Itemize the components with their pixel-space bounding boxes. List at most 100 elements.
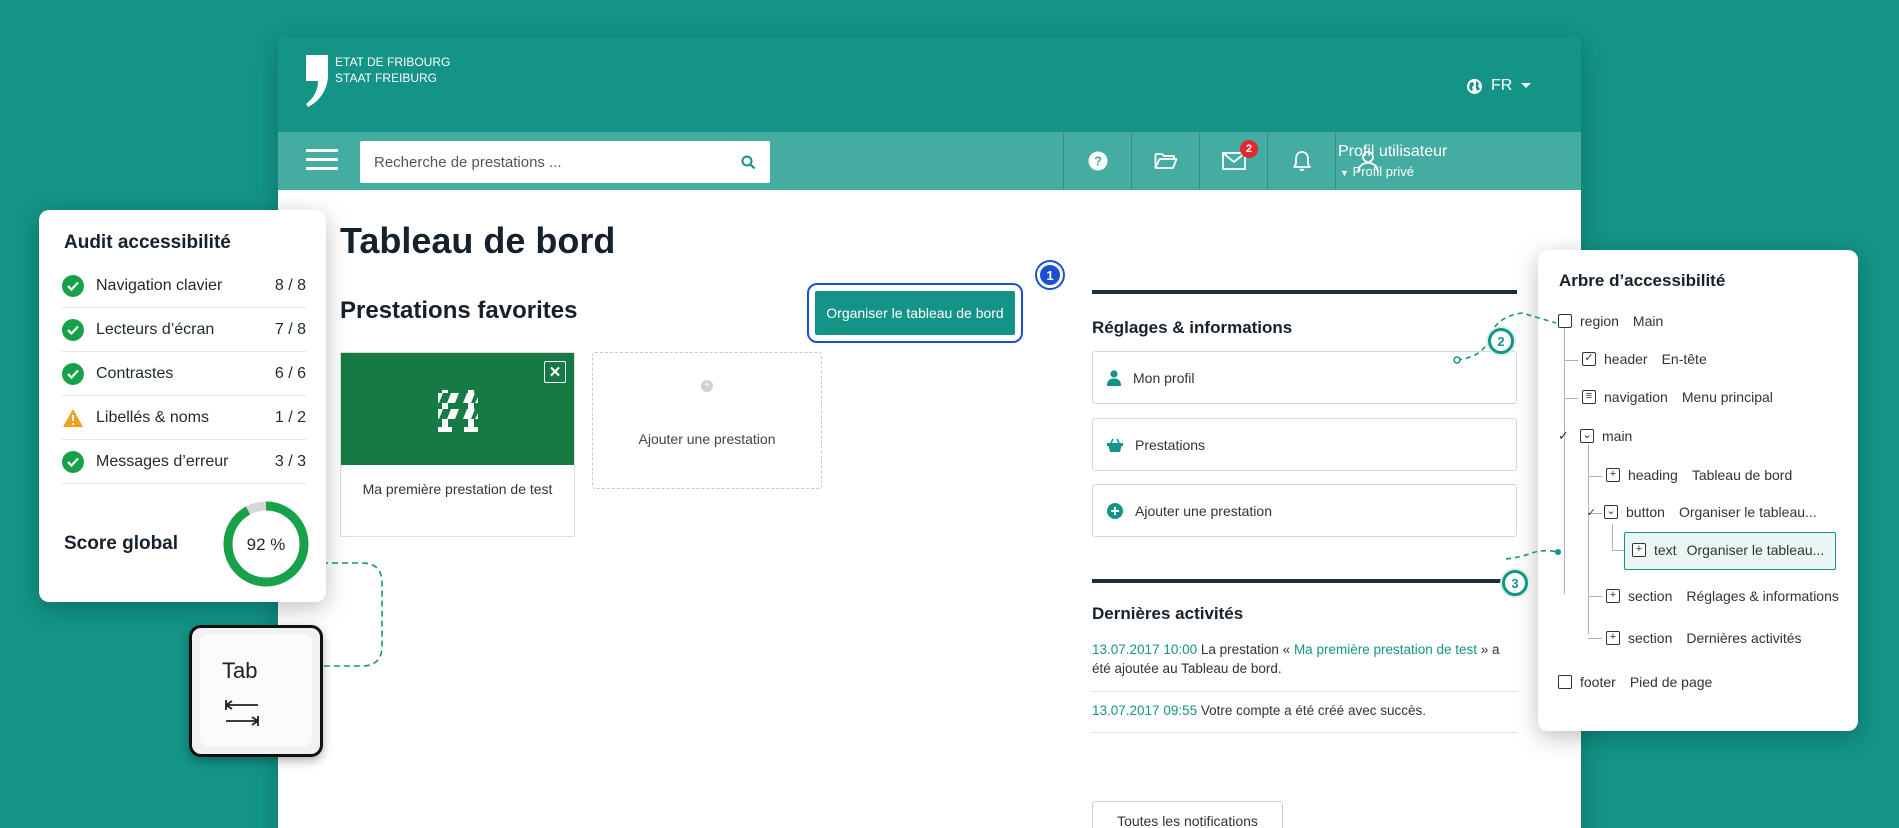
tree-node-selected[interactable]: + text Organiser le tableau... (1632, 542, 1824, 558)
folder-button[interactable] (1131, 132, 1199, 190)
node-role: footer (1580, 674, 1616, 690)
audit-row-score: 6 / 6 (274, 364, 306, 382)
node-toggle-icon[interactable]: + (1632, 543, 1646, 557)
app-window: ETAT DE FRIBOURG STAAT FREIBURG FR ? (278, 37, 1581, 828)
tree-node[interactable]: ✓ ⌄ button Organiser le tableau... (1582, 504, 1817, 520)
node-toggle-icon[interactable]: ⌄ (1604, 505, 1618, 519)
tree-node[interactable]: ✓ ⌄ main (1558, 428, 1632, 444)
tab-key-label: Tab (222, 658, 258, 683)
check-circle-icon (62, 362, 84, 385)
activity-text: La prestation « (1197, 642, 1294, 657)
search-box (360, 141, 770, 183)
node-toggle-icon[interactable] (1558, 675, 1572, 689)
activity-text: Votre compte a été créé avec succès. (1197, 703, 1426, 718)
favorites-heading: Prestations favorites (340, 297, 578, 324)
tree-node[interactable]: ≡ navigation Menu principal (1582, 389, 1773, 405)
node-name: Réglages & informations (1686, 588, 1839, 604)
language-selector[interactable]: FR (1466, 77, 1532, 95)
node-toggle-icon[interactable]: ⌄ (1580, 429, 1594, 443)
card-banner: ✕ (341, 353, 574, 465)
menu-icon[interactable] (306, 149, 338, 171)
tree-node[interactable]: region Main (1558, 313, 1663, 329)
add-card-label: Ajouter une prestation (638, 431, 776, 447)
node-name: Menu principal (1681, 389, 1773, 405)
messages-button[interactable]: 2 (1199, 132, 1267, 190)
tree-node[interactable]: + heading Tableau de bord (1606, 467, 1792, 483)
audit-row-score: 7 / 8 (274, 320, 306, 338)
activity-link[interactable]: Ma première prestation de test (1294, 642, 1477, 657)
svg-text:?: ? (1094, 154, 1102, 169)
logo-text: ETAT DE FRIBOURG STAAT FREIBURG (335, 54, 450, 86)
audit-row-score: 1 / 2 (274, 408, 306, 426)
connector-line (322, 562, 383, 667)
tree-guide (1564, 322, 1565, 594)
node-role: section (1628, 630, 1673, 646)
node-toggle-icon[interactable]: + (1606, 631, 1620, 645)
tree-node[interactable]: + section Dernières activités (1606, 630, 1802, 646)
audit-row-label: Messages d’erreur (96, 452, 229, 470)
bell-icon (1292, 150, 1312, 172)
profile-menu[interactable]: Profil utilisateur ▼ Profil privé (1338, 143, 1447, 179)
tree-node[interactable]: ✓ header En-tête (1582, 351, 1707, 367)
tree-guide (1564, 360, 1578, 361)
tree-node[interactable]: + section Réglages & informations (1606, 588, 1839, 604)
node-toggle-icon[interactable]: + (1606, 589, 1620, 603)
favorite-card[interactable]: ✕ Ma première prestation de test (340, 352, 575, 537)
divider (1092, 691, 1517, 692)
profile-type-label: Profil privé (1352, 164, 1414, 179)
audit-row-label: Contrastes (96, 364, 174, 382)
tree-guide (1612, 524, 1613, 550)
tree-guide (1588, 476, 1602, 477)
node-role: button (1626, 504, 1665, 520)
help-button[interactable]: ? (1063, 132, 1131, 190)
settings-item-label: Mon profil (1133, 369, 1195, 386)
logo-comma-icon (304, 55, 328, 107)
caret-down-icon: ▼ (1340, 168, 1349, 178)
tree-guide (1588, 596, 1602, 597)
add-favorite-card[interactable]: + Ajouter une prestation (592, 352, 822, 489)
search-icon[interactable] (741, 155, 756, 170)
settings-item-label: Ajouter une prestation (1135, 502, 1272, 519)
global-score-value: 92 % (247, 535, 286, 554)
basket-icon (1107, 438, 1123, 452)
node-name: Main (1632, 313, 1664, 329)
node-toggle-icon[interactable]: ≡ (1582, 390, 1596, 404)
activity-item: 13.07.2017 10:00 La prestation « Ma prem… (1092, 640, 1517, 678)
tab-key-face (200, 634, 312, 746)
messages-badge: 2 (1240, 140, 1258, 158)
checkmark-icon: ✓ (1586, 506, 1596, 519)
notifications-button[interactable] (1267, 132, 1335, 190)
audit-row-label: Navigation clavier (96, 276, 223, 294)
node-toggle-icon[interactable]: + (1606, 468, 1620, 482)
organize-dashboard-button[interactable]: Organiser le tableau de bord (807, 283, 1023, 343)
audit-panel: Audit accessibilité Navigation clavier 8… (39, 210, 326, 602)
score-donut: 92 % (222, 500, 310, 588)
node-name: Pied de page (1629, 674, 1713, 690)
activity-item: 13.07.2017 09:55 Votre compte a été créé… (1092, 701, 1517, 720)
audit-row: Lecteurs d’écran 7 / 8 (62, 308, 306, 352)
global-score-label: Score global (64, 533, 179, 554)
node-role: section (1628, 588, 1673, 604)
tree-node[interactable]: footer Pied de page (1558, 674, 1712, 690)
node-role: main (1602, 428, 1633, 444)
check-circle-icon (62, 318, 84, 341)
tree-guide (1588, 638, 1602, 639)
audit-row-score: 3 / 3 (274, 452, 306, 470)
close-icon[interactable]: ✕ (544, 361, 566, 383)
node-role: navigation (1604, 389, 1668, 405)
top-banner: ETAT DE FRIBOURG STAAT FREIBURG FR (278, 37, 1581, 132)
check-circle-icon (62, 274, 84, 297)
node-name: Organiser le tableau... (1686, 542, 1825, 558)
audit-row: Messages d’erreur 3 / 3 (62, 440, 306, 484)
activity-date: 13.07.2017 10:00 (1092, 642, 1198, 657)
search-input[interactable] (374, 153, 714, 171)
tab-key: Tab (189, 625, 323, 757)
step-badge-2: 2 (1488, 328, 1514, 354)
tree-guide (1612, 550, 1624, 551)
all-notifications-button[interactable]: Toutes les notifications (1092, 801, 1283, 828)
globe-icon (1466, 78, 1483, 95)
activity-date: 13.07.2017 09:55 (1092, 703, 1198, 718)
node-toggle-icon[interactable]: ✓ (1582, 352, 1596, 366)
audit-row-score: 8 / 8 (274, 276, 306, 294)
tree-title: Arbre d’accessibilité (1559, 271, 1726, 290)
